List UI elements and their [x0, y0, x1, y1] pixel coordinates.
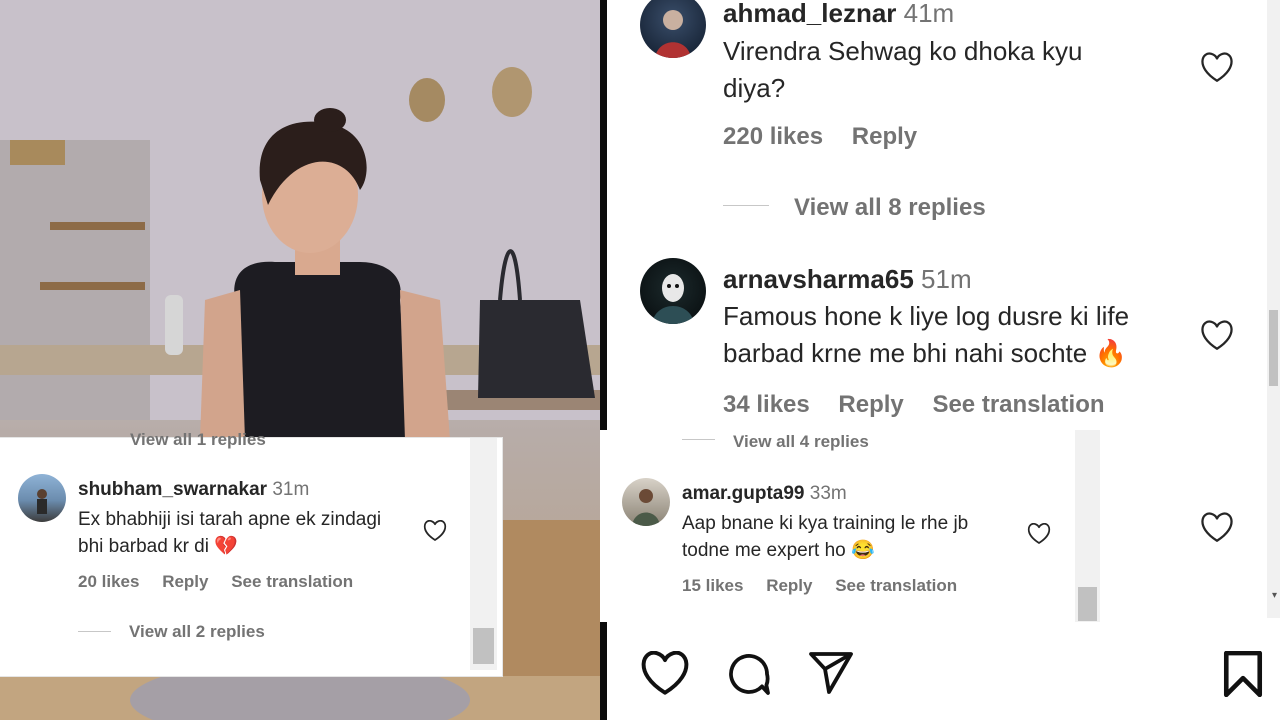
scroll-arrow-icon[interactable]: ▾ [1272, 590, 1277, 601]
replies-line [682, 439, 715, 440]
see-translation-button[interactable]: See translation [835, 576, 957, 595]
avatar[interactable] [18, 474, 66, 522]
replies-line [723, 205, 769, 206]
comment-icon[interactable] [724, 650, 774, 698]
replies-line [78, 631, 111, 632]
comment-meta: 34 likes Reply See translation [723, 391, 1127, 419]
avatar[interactable] [640, 258, 706, 324]
like-heart-icon[interactable] [423, 520, 447, 542]
avatar[interactable] [640, 0, 706, 58]
comment-username[interactable]: shubham_swarnakar [78, 479, 267, 500]
view-replies-button[interactable]: View all 4 replies [733, 432, 869, 452]
scrollbar-thumb[interactable] [473, 628, 494, 664]
comments-overlay-left: View all 1 replies shubham_swarnakar 31m… [0, 430, 502, 676]
view-replies-button[interactable]: View all 2 replies [129, 622, 265, 642]
comment-username[interactable]: amar.gupta99 [682, 483, 805, 504]
likes-count[interactable]: 220 likes [723, 123, 823, 150]
comment-header: ahmad_leznar 41m [723, 0, 954, 29]
likes-count[interactable]: 15 likes [682, 576, 743, 595]
comment-time: 31m [272, 479, 310, 500]
comment-text: Virendra Sehwag ko dhoka kyu diya? [723, 33, 1082, 107]
comment-text-line: Famous hone k liye log dusre ki life [723, 301, 1130, 331]
comment-text-line: todne me expert ho 😂 [682, 540, 875, 561]
see-translation-button[interactable]: See translation [231, 572, 353, 591]
comment-text-line: Virendra Sehwag ko dhoka kyu [723, 36, 1083, 66]
like-heart-icon[interactable] [1200, 320, 1234, 352]
reply-button[interactable]: Reply [766, 576, 812, 595]
share-icon[interactable] [807, 652, 855, 696]
likes-count[interactable]: 20 likes [78, 572, 139, 591]
heart-icon[interactable] [640, 651, 690, 697]
likes-count[interactable]: 34 likes [723, 391, 810, 418]
comment-time: 33m [809, 483, 847, 504]
comment-meta: 220 likes Reply [723, 123, 939, 151]
comment-time: 41m [903, 0, 955, 28]
comment-username[interactable]: arnavsharma65 [723, 264, 914, 294]
comment-text-line: Ex bhabhiji isi tarah apne ek zindagi [78, 509, 382, 530]
bookmark-icon[interactable] [1222, 651, 1264, 697]
comment-time: 51m [921, 264, 972, 294]
comment-header: amar.gupta99 33m [682, 483, 847, 505]
reply-button[interactable]: Reply [162, 572, 208, 591]
like-heart-icon[interactable] [1200, 512, 1234, 544]
comment-text: Famous hone k liye log dusre ki life bar… [723, 298, 1129, 372]
scrollbar[interactable] [470, 438, 497, 670]
reply-button[interactable]: Reply [838, 391, 903, 418]
action-bar [607, 622, 1280, 720]
like-heart-icon[interactable] [1027, 523, 1051, 545]
comment-header: shubham_swarnakar 31m [78, 479, 309, 501]
comment-text: Aap bnane ki kya training le rhe jb todn… [682, 510, 968, 564]
comment-meta: 20 likes Reply See translation [78, 572, 353, 592]
comments-overlay-mid: View all 4 replies amar.gupta99 33m Aap … [600, 430, 1100, 622]
view-replies-button[interactable]: View all 1 replies [130, 430, 266, 450]
reply-button[interactable]: Reply [852, 123, 917, 150]
comment-header: arnavsharma65 51m [723, 264, 972, 295]
comment-text-line: Aap bnane ki kya training le rhe jb [682, 513, 969, 534]
comment-username[interactable]: ahmad_leznar [723, 0, 896, 28]
scrollbar[interactable] [1075, 430, 1100, 622]
avatar[interactable] [622, 478, 670, 526]
comment-text-line: bhi barbad kr di 💔 [78, 536, 238, 557]
comment-meta: 15 likes Reply See translation [682, 576, 957, 596]
comment-text: Ex bhabhiji isi tarah apne ek zindagi bh… [78, 506, 381, 560]
comment-text-line: diya? [723, 73, 786, 103]
like-heart-icon[interactable] [1200, 52, 1234, 84]
scrollbar[interactable] [1267, 0, 1280, 618]
comment-text-line: barbad krne me bhi nahi sochte 🔥 [723, 338, 1127, 368]
see-translation-button[interactable]: See translation [932, 391, 1104, 418]
scrollbar-thumb[interactable] [1269, 310, 1278, 386]
scrollbar-thumb[interactable] [1078, 587, 1097, 621]
view-replies-button[interactable]: View all 8 replies [794, 194, 986, 222]
